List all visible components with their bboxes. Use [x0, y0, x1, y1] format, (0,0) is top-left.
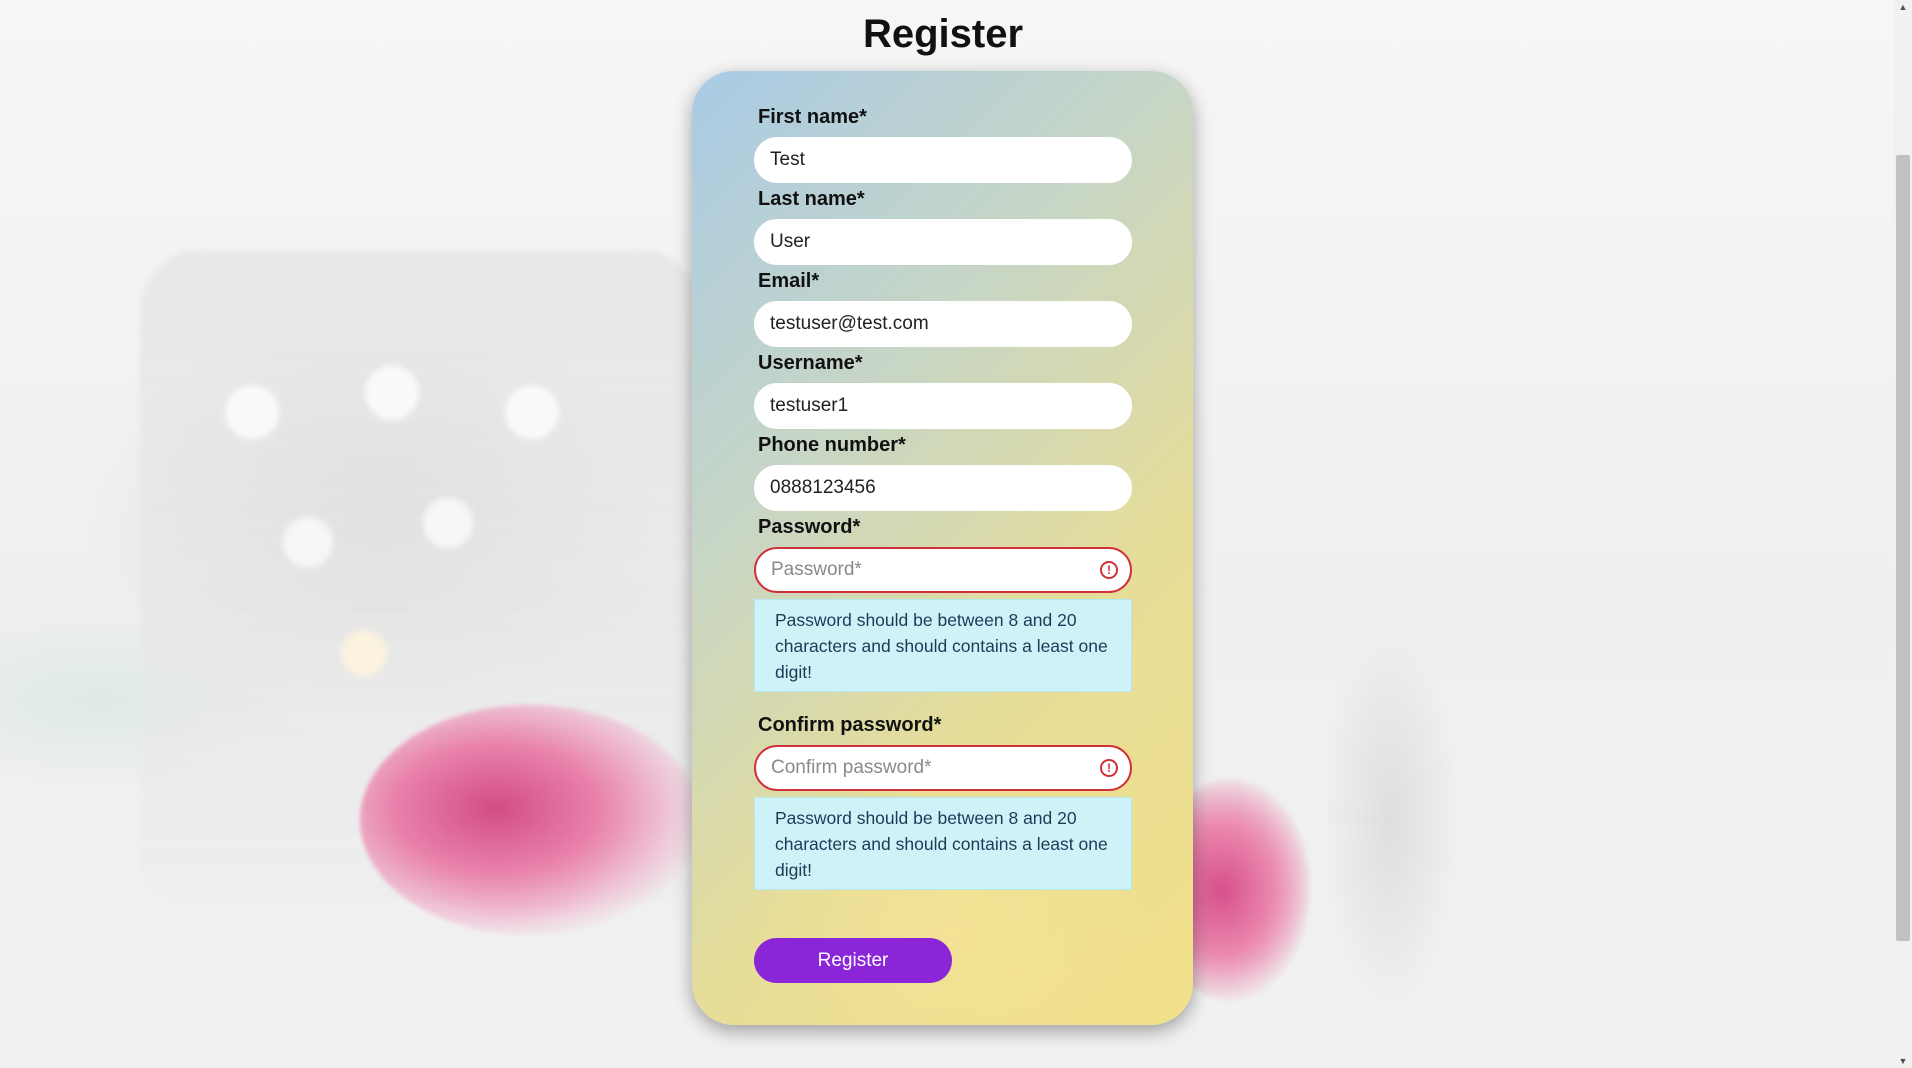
alert-circle-icon: ! — [1100, 759, 1118, 777]
phone-number-value: 0888123456 — [770, 477, 876, 498]
last-name-label: Last name* — [758, 188, 865, 210]
page-scrollbar[interactable]: ▲ ▼ — [1894, 0, 1912, 1068]
first-name-input[interactable]: Test — [754, 137, 1132, 183]
scroll-thumb[interactable] — [1896, 155, 1910, 941]
password-placeholder: Password* — [771, 559, 862, 580]
confirm-password-label: Confirm password* — [758, 714, 942, 736]
scroll-up-arrow[interactable]: ▲ — [1894, 2, 1912, 12]
first-name-value: Test — [770, 149, 805, 170]
last-name-input[interactable]: User — [754, 219, 1132, 265]
password-label: Password* — [758, 516, 861, 538]
password-hint: Password should be between 8 and 20 char… — [754, 599, 1132, 692]
email-input[interactable]: testuser@test.com — [754, 301, 1132, 347]
password-input[interactable]: Password* ! — [754, 547, 1132, 593]
email-value: testuser@test.com — [770, 313, 929, 334]
username-value: testuser1 — [770, 395, 849, 416]
email-label: Email* — [758, 270, 820, 292]
background-flower-left — [360, 705, 700, 935]
alert-circle-icon: ! — [1100, 561, 1118, 579]
phone-number-input[interactable]: 0888123456 — [754, 465, 1132, 511]
last-name-value: User — [770, 231, 811, 252]
confirm-password-input[interactable]: Confirm password* ! — [754, 745, 1132, 791]
confirm-password-hint: Password should be between 8 and 20 char… — [754, 797, 1132, 890]
username-label: Username* — [758, 352, 863, 374]
register-button[interactable]: Register — [754, 938, 952, 983]
confirm-password-placeholder: Confirm password* — [771, 757, 932, 778]
username-input[interactable]: testuser1 — [754, 383, 1132, 429]
scroll-down-arrow[interactable]: ▼ — [1894, 1056, 1912, 1066]
phone-number-label: Phone number* — [758, 434, 906, 456]
first-name-label: First name* — [758, 106, 867, 128]
page-title: Register — [862, 12, 1024, 56]
